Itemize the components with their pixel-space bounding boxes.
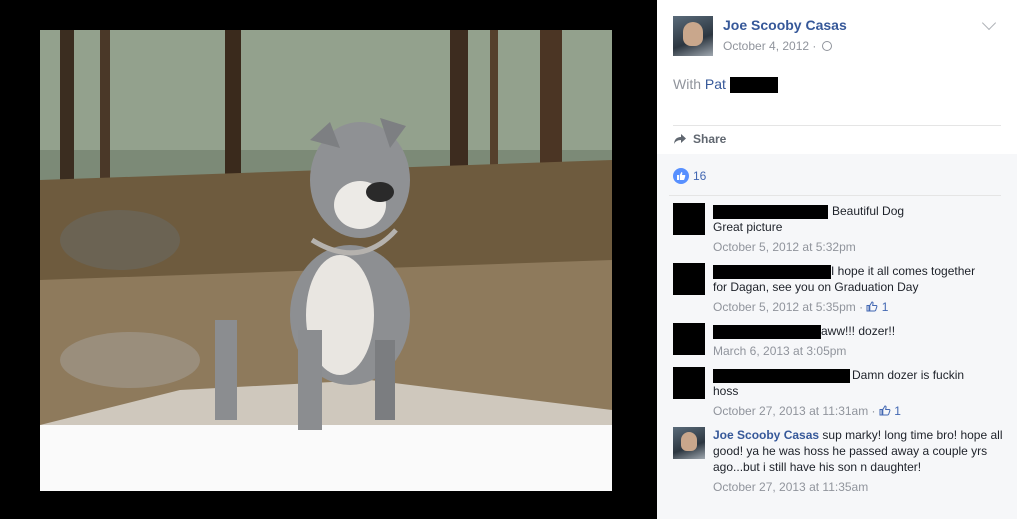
post-date-text[interactable]: October 4, 2012 · — [723, 39, 816, 53]
share-button[interactable]: Share — [673, 132, 726, 146]
comment-timestamp[interactable]: October 27, 2013 at 11:35am — [713, 479, 1003, 495]
divider — [669, 195, 1001, 196]
post-panel: Joe Scooby Casas October 4, 2012 · With … — [657, 0, 1017, 519]
post-timestamp[interactable]: October 4, 2012 · — [723, 39, 832, 53]
comment-timestamp[interactable]: October 5, 2012 at 5:35pm · — [713, 300, 863, 314]
comment-text: Great picture — [713, 220, 783, 234]
tagged-person-link[interactable]: Pat — [705, 76, 726, 92]
thumbs-up-icon[interactable] — [673, 168, 689, 184]
comment-text: hoss — [713, 384, 739, 398]
comment-meta: October 27, 2013 at 11:31am · 1 — [713, 403, 1003, 419]
chevron-down-icon[interactable] — [981, 15, 997, 31]
comment-timestamp[interactable]: October 5, 2012 at 5:32pm — [713, 239, 1003, 255]
redacted-name — [729, 77, 778, 94]
redacted-avatar[interactable] — [673, 263, 705, 295]
with-prefix: With — [673, 76, 701, 92]
comment-like-count[interactable]: 1 — [894, 404, 901, 418]
redacted-avatar[interactable] — [673, 367, 705, 399]
comment-text: Damn dozer is fuckin — [852, 368, 965, 382]
share-label: Share — [693, 132, 727, 146]
reactions-comments: 16 Beautiful Dog Great picture October 5… — [657, 154, 1017, 519]
thumbs-up-icon[interactable] — [866, 301, 878, 312]
author-avatar[interactable] — [673, 427, 705, 459]
comment-author[interactable]: Joe Scooby Casas — [713, 428, 819, 442]
tagged-with: With Pat — [673, 76, 778, 94]
author-name[interactable]: Joe Scooby Casas — [723, 17, 847, 33]
redacted-name — [713, 204, 828, 219]
comment-like-count[interactable]: 1 — [882, 300, 889, 314]
like-count[interactable]: 16 — [693, 169, 706, 183]
comment-text: for Dagan, see you on Graduation Day — [713, 280, 919, 294]
redacted-avatar[interactable] — [673, 323, 705, 355]
comment-text: I hope it all comes together — [831, 264, 976, 278]
comment-timestamp[interactable]: October 27, 2013 at 11:31am · — [713, 404, 876, 418]
comment-text: aww!!! dozer!! — [821, 324, 896, 338]
author-avatar[interactable] — [673, 16, 713, 56]
comment-text: Beautiful Dog — [832, 204, 905, 218]
dog-photo[interactable] — [40, 30, 612, 491]
redacted-name — [713, 264, 831, 279]
redacted-name — [713, 368, 850, 383]
share-arrow-icon — [674, 134, 686, 144]
comment-meta: October 5, 2012 at 5:35pm · 1 — [713, 299, 1003, 315]
thumbs-up-icon[interactable] — [879, 405, 891, 416]
redacted-avatar[interactable] — [673, 203, 705, 235]
redacted-name — [713, 324, 821, 339]
comment-timestamp[interactable]: March 6, 2013 at 3:05pm — [713, 343, 1003, 359]
photo-stage — [0, 0, 657, 519]
divider — [673, 125, 1001, 126]
globe-icon — [821, 41, 832, 51]
